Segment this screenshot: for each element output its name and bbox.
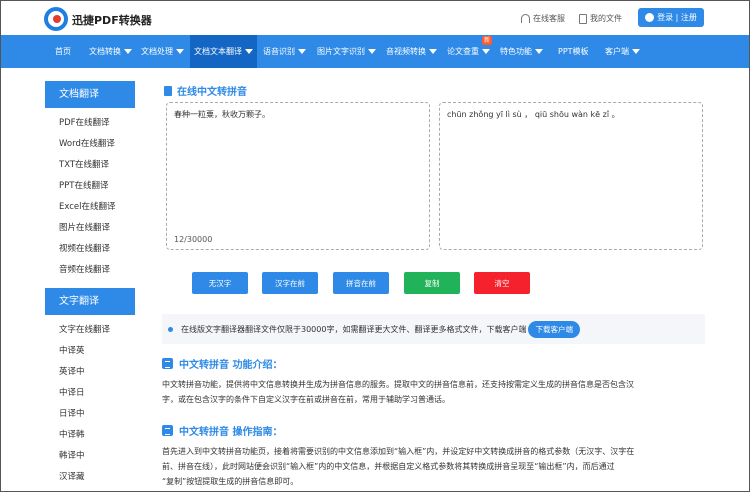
output-box[interactable]: chūn zhǒng yī lì sù ， qiū shōu wàn kē zǐ… — [439, 102, 703, 250]
page: 迅捷PDF转换器 在线客服 我的文件 登录 | 注册 首页 文档转换 文档处理 … — [0, 0, 750, 492]
document-icon — [579, 13, 587, 24]
chevron-down-icon — [535, 49, 543, 54]
chevron-down-icon — [298, 49, 306, 54]
nav-ocr-label: 图片文字识别 — [317, 47, 365, 56]
sidebar-item-zh-en[interactable]: 中译英 — [45, 341, 135, 362]
login-register-button[interactable]: 登录 | 注册 — [638, 8, 704, 27]
new-badge: 新 — [482, 36, 493, 45]
nav-home[interactable]: 首页 — [55, 35, 71, 68]
pinyin-first-button[interactable]: 拼音在前 — [333, 272, 389, 294]
nav-speech-recognition[interactable]: 语音识别 — [263, 35, 306, 68]
nav-speech-label: 语音识别 — [263, 47, 295, 56]
nav-features-label: 特色功能 — [500, 47, 532, 56]
brand-name[interactable]: 迅捷PDF转换器 — [72, 12, 152, 28]
nav-ocr[interactable]: 图片文字识别 — [317, 35, 376, 68]
sidebar-item-excel-translate[interactable]: Excel在线翻译 — [45, 197, 135, 218]
sidebar-item-ko-zh[interactable]: 韩译中 — [45, 446, 135, 467]
sidebar-item-image-translate[interactable]: 图片在线翻译 — [45, 218, 135, 239]
intro-line: 中文转拼音功能，提供将中文信息转换并生成为拼音信息的服务。提取中文的拼音信息前，… — [162, 380, 634, 389]
online-service-label: 在线客服 — [533, 14, 565, 23]
char-counter: 12/30000 — [174, 235, 213, 244]
no-hanzi-button[interactable]: 无汉字 — [192, 272, 248, 294]
guide-line: 首先进入到中文转拼音功能页，接着将需要识别的中文信息添加到“输入框”内，并设定好… — [162, 447, 635, 456]
guide-paragraph: 首先进入到中文转拼音功能页，接着将需要识别的中文信息添加到“输入框”内，并设定好… — [162, 444, 707, 489]
output-text[interactable]: chūn zhǒng yī lì sù ， qiū shōu wàn kē zǐ… — [447, 109, 620, 120]
nav-doc-process[interactable]: 文档处理 — [141, 35, 184, 68]
nav-paper-label: 论文查重 — [447, 47, 479, 56]
guide-line: 前、拼音在线），此时网站便会识别“输入框”内的中文信息，并根据自定义格式参数将其… — [162, 462, 615, 471]
nav-doc-convert[interactable]: 文档转换 — [89, 35, 132, 68]
sidebar-item-audio-translate[interactable]: 音频在线翻译 — [45, 260, 135, 281]
chevron-down-icon — [124, 49, 132, 54]
sidebar-head-doc-translate[interactable]: 文档翻译 — [45, 81, 135, 108]
file-icon — [164, 85, 172, 96]
sidebar-item-zh-ko[interactable]: 中译韩 — [45, 425, 135, 446]
sidebar-item-word-translate[interactable]: Word在线翻译 — [45, 134, 135, 155]
download-client-button[interactable]: 下载客户端 — [528, 320, 580, 338]
bullet-icon — [168, 326, 173, 332]
input-text[interactable]: 春种一粒粟，秋收万颗子。 — [174, 109, 270, 120]
sidebar-item-zh-bo[interactable]: 汉译藏 — [45, 467, 135, 488]
my-files-link[interactable]: 我的文件 — [579, 13, 622, 24]
nav-doc-translate-label: 文档文本翻译 — [194, 47, 242, 56]
sidebar-item-pdf-translate[interactable]: PDF在线翻译 — [45, 113, 135, 134]
nav-ppt-template[interactable]: PPT模板 — [558, 35, 589, 68]
chevron-down-icon — [429, 49, 437, 54]
main-nav: 首页 文档转换 文档处理 文档文本翻译 语音识别 图片文字识别 音视频转换 论文… — [1, 35, 749, 68]
chevron-down-icon — [632, 49, 640, 54]
chevron-down-icon — [245, 49, 253, 54]
notice-bar: 在线版文字翻译器翻译文件仅限于30000字，如需翻译更大文件、翻译更多格式文件，… — [162, 314, 705, 344]
chevron-down-icon — [482, 49, 490, 54]
nav-av-convert[interactable]: 音视频转换 — [386, 35, 437, 68]
nav-doc-translate[interactable]: 文档文本翻译 — [190, 35, 257, 68]
nav-doc-process-label: 文档处理 — [141, 47, 173, 56]
sidebar-item-en-zh[interactable]: 英译中 — [45, 362, 135, 383]
page-title-label: 在线中文转拼音 — [177, 87, 247, 98]
nav-features[interactable]: 特色功能 — [500, 35, 543, 68]
guide-heading: 中文转拼音 操作指南： — [162, 423, 282, 438]
online-service-link[interactable]: 在线客服 — [521, 13, 565, 24]
sidebar-item-ppt-translate[interactable]: PPT在线翻译 — [45, 176, 135, 197]
copy-button[interactable]: 复制 — [404, 272, 460, 294]
intro-heading: 中文转拼音 功能介绍： — [162, 356, 282, 371]
nav-client-label: 客户端 — [605, 47, 629, 56]
nav-doc-convert-label: 文档转换 — [89, 47, 121, 56]
sidebar-item-ja-zh[interactable]: 日译中 — [45, 404, 135, 425]
my-files-label: 我的文件 — [590, 14, 622, 23]
sidebar-item-txt-translate[interactable]: TXT在线翻译 — [45, 155, 135, 176]
intro-paragraph: 中文转拼音功能，提供将中文信息转换并生成为拼音信息的服务。提取中文的拼音信息前，… — [162, 377, 707, 407]
chevron-down-icon — [176, 49, 184, 54]
top-bar: 迅捷PDF转换器 在线客服 我的文件 登录 | 注册 — [1, 1, 749, 35]
intro-title: 中文转拼音 功能介绍： — [179, 360, 283, 371]
nav-client[interactable]: 客户端 — [605, 35, 640, 68]
list-icon — [162, 358, 173, 369]
clear-button[interactable]: 清空 — [474, 272, 530, 294]
logo-icon[interactable] — [44, 7, 68, 31]
guide-icon — [162, 425, 173, 436]
nav-av-label: 音视频转换 — [386, 47, 426, 56]
user-icon — [645, 13, 655, 22]
login-label: 登录 | 注册 — [657, 13, 697, 22]
sidebar-item-zh-ja[interactable]: 中译日 — [45, 383, 135, 404]
sidebar: 文档翻译 PDF在线翻译 Word在线翻译 TXT在线翻译 PPT在线翻译 Ex… — [45, 81, 135, 488]
headset-icon — [521, 14, 530, 23]
guide-title: 中文转拼音 操作指南： — [179, 427, 283, 438]
notice-text: 在线版文字翻译器翻译文件仅限于30000字，如需翻译更大文件、翻译更多格式文件，… — [181, 324, 527, 334]
hanzi-first-button[interactable]: 汉字在前 — [262, 272, 318, 294]
guide-line: “复制”按钮提取生成的拼音信息即可。 — [162, 477, 299, 486]
intro-line: 字，或在包含汉字的条件下自定义汉字在前或拼音在前，常用于辅助学习普通话。 — [162, 395, 450, 404]
chevron-down-icon — [368, 49, 376, 54]
input-box[interactable]: 春种一粒粟，秋收万颗子。 12/30000 — [166, 102, 430, 250]
page-title: 在线中文转拼音 — [164, 83, 247, 98]
sidebar-head-text-translate[interactable]: 文字翻译 — [45, 288, 135, 315]
sidebar-item-video-translate[interactable]: 视频在线翻译 — [45, 239, 135, 260]
sidebar-item-text-translate[interactable]: 文字在线翻译 — [45, 320, 135, 341]
